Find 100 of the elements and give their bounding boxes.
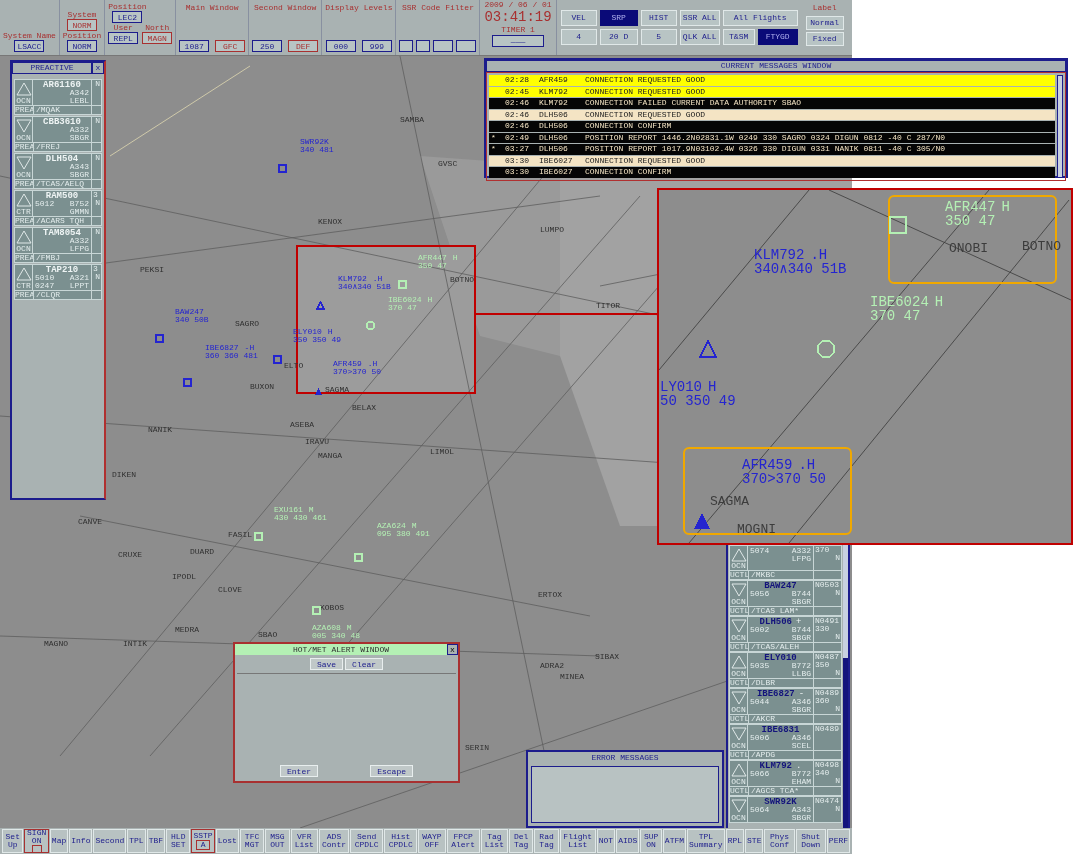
track-status-label: .H [798,458,816,472]
function-button[interactable]: Hist CPDLC [384,829,418,853]
ssr-code: 5012 [35,200,55,208]
scrollbar[interactable] [843,544,848,828]
setting-button[interactable]: 1087 [179,40,210,52]
message-row[interactable]: * 02:49 DLH506 POSITION REPORT 1446.2N02831.1W 0249 330 SAGRO 0324 DIGUN 0812 -40 C 287/N0 [489,132,1055,143]
function-button[interactable]: Phys Conf [764,829,795,853]
code-input-field[interactable] [399,40,414,52]
label-mode-button[interactable]: Normal [805,16,844,30]
flight-strip[interactable]: OCN SWR92K 5064 A343 SBGR N0474 N [729,796,842,823]
track-status-label: .H [367,360,378,368]
function-button[interactable]: Flight List [559,829,596,853]
mode-button[interactable]: HIST [640,10,677,26]
flight-strip[interactable]: OCN IBE6827 - 5044 A346 SBGR N0489 360 N UCTL /AKCR [729,688,842,724]
label-mode-button[interactable]: Fixed [805,32,844,46]
flight-strip[interactable]: OCN ELY010 5035 B772 LLBG N0487 350 N UCTL /DLBR [729,652,842,688]
close-button[interactable]: x [92,62,104,74]
scrollbar[interactable] [1057,75,1063,178]
mode-button[interactable]: 4 [560,29,597,45]
flight-strip[interactable]: OCN IBE6831 5006 A346 SCEL N0489 UCTL /APDG [729,724,842,760]
level-text: 370 [815,546,831,554]
function-button[interactable]: TPL Summary [687,829,725,853]
window-button[interactable]: Clear [345,658,384,670]
function-button[interactable]: Info [69,829,93,853]
function-button[interactable]: TPL [127,829,146,853]
mode-button[interactable]: 5 [640,29,677,45]
mode-button[interactable]: SRP [599,10,638,26]
function-button[interactable]: VFR List [290,829,318,853]
function-button[interactable]: RPL [725,829,745,853]
timer-button[interactable]: ——— [492,35,545,47]
function-button[interactable]: Set Up [2,829,24,853]
setting-button[interactable]: NORM [67,19,97,31]
code-input-field[interactable] [433,40,454,52]
function-button[interactable]: Map [49,829,69,853]
setting-button[interactable]: 999 [361,40,392,52]
ssr-code: 5006 [750,734,770,742]
function-button[interactable]: AIDS [616,829,640,853]
sector-text: OCN [731,778,746,786]
track-callsign[interactable]: AFR459 [333,360,362,368]
function-button[interactable]: MSG OUT [265,829,290,853]
mode-button[interactable]: T&SM [722,29,755,45]
function-button[interactable]: Send CPDLC [350,829,384,853]
flight-strip[interactable]: OCN BAW247 5056 B744 SBGR N0503 N UCTL /TCAS LAM* [729,580,842,616]
mode-button[interactable]: 20 D [599,29,638,45]
mode-button[interactable]: QLK ALL [679,29,720,45]
flight-strip[interactable]: OCN KLM792 . 5066 B772 EHAM N0498 340 N UCTL /AGCS TCA* [729,760,842,796]
message-row[interactable]: 02:28 AFR459 CONNECTION REQUESTED GOOD [489,75,1055,86]
function-button[interactable]: HLD SET [166,829,191,853]
function-button[interactable]: NOT [596,829,616,853]
waypoint-label: CRUXE [118,551,142,559]
message-row[interactable]: * 03:27 DLH506 POSITION REPORT 1017.9N03102.4W 0326 330 DIGUN 0331 NANIK 0811 -40 C 305/N0 [489,144,1055,155]
close-button[interactable]: x [447,644,458,655]
function-button[interactable]: TFC MGT [239,829,265,853]
function-button[interactable]: STE [745,829,764,853]
speed-text: N0491 [815,617,840,625]
function-button[interactable]: SSTP A [191,829,215,853]
mode-button[interactable]: All Flights [722,10,798,26]
message-text: CONNECTION REQUESTED GOOD [585,74,706,87]
function-button[interactable]: FPCP Alert [446,829,480,853]
waypoint-label: SAMBA [400,116,424,124]
setting-button[interactable]: 000 [325,40,356,52]
function-button[interactable]: ATFM [662,829,687,853]
window-button[interactable]: Escape [370,765,413,777]
function-button[interactable]: Shut Down [795,829,826,853]
function-button[interactable]: Del Tag [509,829,534,853]
code-input-field[interactable] [456,40,477,52]
function-button[interactable]: Rad Tag [534,829,559,853]
function-button[interactable]: SUP ON [640,829,662,853]
window-button[interactable]: Save [309,658,344,670]
function-button[interactable]: SIGN ON [24,829,49,853]
setting-button[interactable]: LEC2 [112,11,143,23]
function-button[interactable]: PERF [826,829,851,853]
message-row[interactable]: 02:46 DLH506 CONNECTION CONFIRM [489,121,1055,132]
setting-button[interactable]: DEF [288,40,319,52]
mode-button[interactable]: SSR ALL [679,10,720,26]
message-row[interactable]: 02:46 DLH506 CONNECTION REQUESTED GOOD [489,109,1055,120]
function-button[interactable]: WAYP OFF [418,829,446,853]
speed-text: N0489 [815,689,840,697]
setting-button[interactable]: LSACC [14,40,45,52]
message-row[interactable]: 03:30 IBE6027 CONNECTION REQUESTED GOOD [489,155,1055,166]
function-button[interactable]: Lost [215,829,239,853]
setting-button[interactable]: REPL [108,32,139,44]
message-row[interactable]: 03:30 IBE6027 CONNECTION CONFIRM [489,167,1055,178]
message-row[interactable]: 02:45 KLM792 CONNECTION REQUESTED GOOD [489,86,1055,97]
setting-button[interactable]: GFC [215,40,246,52]
mode-button[interactable]: FTYGD [757,29,798,45]
setting-button[interactable]: MAGN [142,32,173,44]
info-text: /TCAS/ALEH [751,643,799,651]
function-button[interactable]: Tag List [480,829,508,853]
flight-strip[interactable]: OCN DLH506 + 5002 B744 SBGR N0491 330 N UCTL /TCAS/ALEH [729,616,842,652]
function-button[interactable]: ADS Contr [318,829,350,853]
window-button[interactable]: Enter [280,765,318,777]
waypoint-label: INTIK [123,640,147,648]
message-row[interactable]: 02:46 KLM792 CONNECTION FAILED CURRENT DATA AUTHORITY SBAO [489,98,1055,109]
function-button[interactable]: TBF [146,829,166,853]
code-input-field[interactable] [416,40,431,52]
mode-button[interactable]: VEL [560,10,597,26]
setting-button[interactable]: 250 [252,40,283,52]
function-button[interactable]: Second [93,829,127,853]
setting-button[interactable]: NORM [67,40,97,52]
